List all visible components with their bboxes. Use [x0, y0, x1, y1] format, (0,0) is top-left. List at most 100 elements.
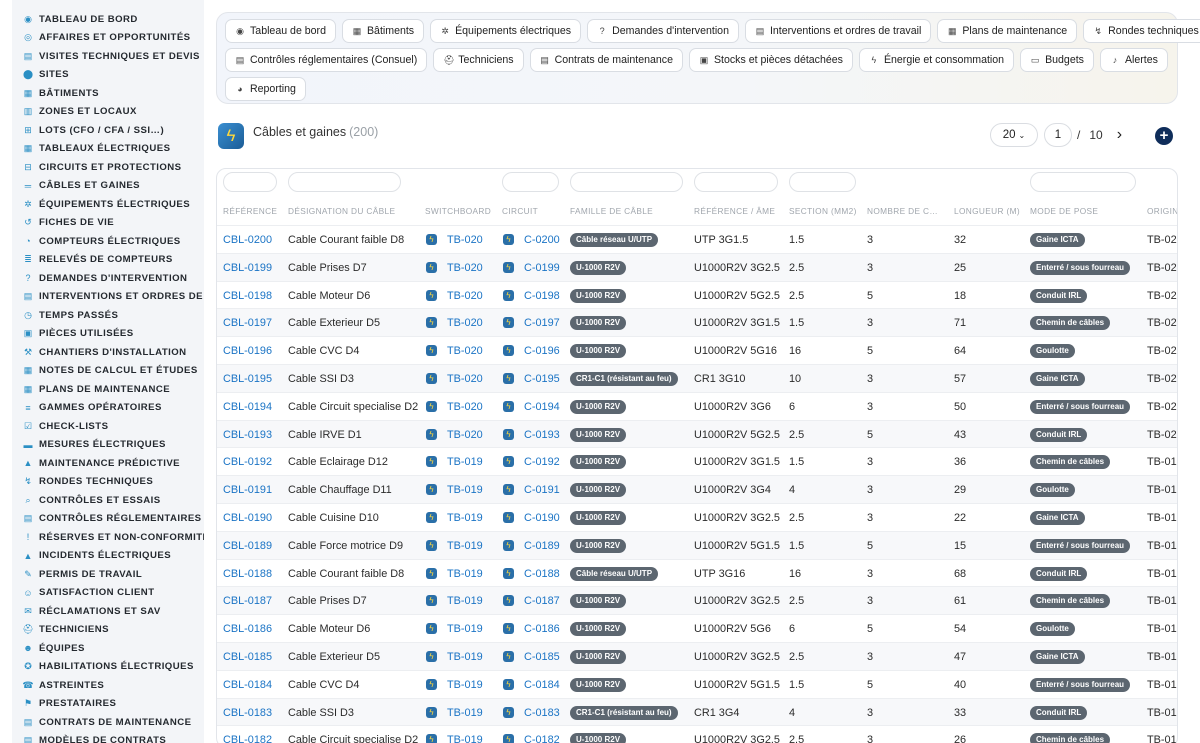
sidebar-item[interactable]: ⚒ CHANTIERS D'INSTALLATION: [12, 343, 204, 362]
module-tab[interactable]: ▤ Contrats de maintenance: [529, 48, 683, 72]
sidebar-item[interactable]: ◉ TABLEAU DE BORD: [12, 10, 204, 29]
cable-reference-link[interactable]: CBL-0185: [223, 651, 272, 663]
sidebar-item[interactable]: ? DEMANDES D'INTERVENTION: [12, 269, 204, 288]
circuit-link[interactable]: C-0182: [524, 734, 560, 743]
switchboard-link[interactable]: TB-019: [447, 512, 483, 524]
column-header[interactable]: Switchboard: [425, 206, 491, 216]
sidebar-item[interactable]: ✎ PERMIS DE TRAVAIL: [12, 565, 204, 584]
table-row[interactable]: CBL-0193 Cable IRVE D1 ϟ TB-020 ϟ C-0193 U-100…: [217, 419, 1177, 448]
module-tab[interactable]: ▦ Bâtiments: [341, 19, 425, 43]
module-tab[interactable]: ◉ Tableau de bord: [225, 19, 336, 43]
circuit-link[interactable]: C-0190: [524, 512, 560, 524]
add-record-button[interactable]: +: [1155, 127, 1173, 145]
module-tab[interactable]: ⛑ Techniciens: [433, 48, 524, 72]
sidebar-item[interactable]: ▤ VISITES TECHNIQUES ET DEVIS: [12, 47, 204, 66]
column-header[interactable]: Référence: [223, 206, 277, 216]
filter-designation-input[interactable]: [288, 172, 401, 192]
sidebar-item[interactable]: ✲ ÉQUIPEMENTS ÉLECTRIQUES: [12, 195, 204, 214]
column-header[interactable]: Section (mm2): [789, 206, 857, 216]
switchboard-link[interactable]: TB-020: [447, 401, 483, 413]
sidebar-item[interactable]: ◎ AFFAIRES ET OPPORTUNITÉS: [12, 29, 204, 48]
cable-reference-link[interactable]: CBL-0193: [223, 429, 272, 441]
module-tab[interactable]: ↯ Rondes techniques: [1083, 19, 1200, 43]
circuit-link[interactable]: C-0195: [524, 373, 560, 385]
cable-reference-link[interactable]: CBL-0190: [223, 512, 272, 524]
cable-reference-link[interactable]: CBL-0183: [223, 707, 272, 719]
table-row[interactable]: CBL-0186 Cable Moteur D6 ϟ TB-019 ϟ C-0186 U-1…: [217, 614, 1177, 642]
sidebar-item[interactable]: ⊟ CIRCUITS ET PROTECTIONS: [12, 158, 204, 177]
cable-reference-link[interactable]: CBL-0199: [223, 262, 272, 274]
switchboard-link[interactable]: TB-020: [447, 429, 483, 441]
switchboard-link[interactable]: TB-020: [447, 234, 483, 246]
sidebar-item[interactable]: ! RÉSERVES ET NON-CONFORMITÉS: [12, 528, 204, 547]
sidebar-item[interactable]: ☺ SATISFACTION CLIENT: [12, 584, 204, 603]
circuit-link[interactable]: C-0196: [524, 345, 560, 357]
column-header[interactable]: Circuit: [502, 206, 538, 216]
cable-reference-link[interactable]: CBL-0188: [223, 568, 272, 580]
module-tab[interactable]: ϟ Énergie et consommation: [858, 48, 1015, 72]
circuit-link[interactable]: C-0185: [524, 651, 560, 663]
filter-pose-input[interactable]: [1030, 172, 1136, 192]
column-header[interactable]: Nombre de conducteurs: [867, 206, 941, 216]
circuit-link[interactable]: C-0186: [524, 623, 560, 635]
table-row[interactable]: CBL-0184 Cable CVC D4 ϟ TB-019 ϟ C-0184 U-1000…: [217, 669, 1177, 698]
sidebar-item[interactable]: ▤ MODÈLES DE CONTRATS: [12, 732, 204, 743]
switchboard-link[interactable]: TB-020: [447, 317, 483, 329]
table-row[interactable]: CBL-0187 Cable Prises D7 ϟ TB-019 ϟ C-0187 U-1…: [217, 586, 1177, 615]
sidebar-item[interactable]: ✪ HABILITATIONS ÉLECTRIQUES: [12, 658, 204, 677]
switchboard-link[interactable]: TB-019: [447, 484, 483, 496]
cable-reference-link[interactable]: CBL-0200: [223, 234, 272, 246]
circuit-link[interactable]: C-0189: [524, 540, 560, 552]
filter-reference-input[interactable]: [223, 172, 277, 192]
page-number-input[interactable]: [1044, 123, 1072, 147]
table-row[interactable]: CBL-0199 Cable Prises D7 ϟ TB-020 ϟ C-0199 U-1…: [217, 252, 1177, 281]
switchboard-link[interactable]: TB-020: [447, 262, 483, 274]
sidebar-item[interactable]: ☻ ÉQUIPES: [12, 639, 204, 658]
table-row[interactable]: CBL-0192 Cable Eclairage D12 ϟ TB-019 ϟ C-019…: [217, 447, 1177, 475]
sidebar-item[interactable]: ▥ ZONES ET LOCAUX: [12, 103, 204, 122]
module-tab[interactable]: ♪ Alertes: [1099, 48, 1168, 72]
table-row[interactable]: CBL-0197 Cable Exterieur D5 ϟ TB-020 ϟ C-0197…: [217, 308, 1177, 337]
cable-reference-link[interactable]: CBL-0189: [223, 540, 272, 552]
sidebar-item[interactable]: ▦ PLANS DE MAINTENANCE: [12, 380, 204, 399]
cable-reference-link[interactable]: CBL-0184: [223, 679, 272, 691]
sidebar-item[interactable]: ≡ GAMMES OPÉRATOIRES: [12, 399, 204, 418]
cable-reference-link[interactable]: CBL-0195: [223, 373, 272, 385]
cable-reference-link[interactable]: CBL-0182: [223, 734, 272, 743]
sidebar-item[interactable]: ↯ RONDES TECHNIQUES: [12, 473, 204, 492]
circuit-link[interactable]: C-0198: [524, 290, 560, 302]
module-tab[interactable]: ▭ Budgets: [1020, 48, 1094, 72]
cable-reference-link[interactable]: CBL-0186: [223, 623, 272, 635]
sidebar-item[interactable]: ☑ CHECK-LISTS: [12, 417, 204, 436]
table-row[interactable]: CBL-0183 Cable SSI D3 ϟ TB-019 ϟ C-0183 CR1-C1…: [217, 697, 1177, 726]
switchboard-link[interactable]: TB-019: [447, 540, 483, 552]
sidebar-item[interactable]: ▬ MESURES ÉLECTRIQUES: [12, 436, 204, 455]
circuit-link[interactable]: C-0184: [524, 679, 560, 691]
column-header[interactable]: Origine: [1147, 206, 1177, 216]
switchboard-link[interactable]: TB-019: [447, 707, 483, 719]
sidebar-item[interactable]: ⚑ PRESTATAIRES: [12, 695, 204, 714]
cable-reference-link[interactable]: CBL-0194: [223, 401, 272, 413]
filter-circuit-input[interactable]: [502, 172, 559, 192]
sidebar-item[interactable]: ↺ FICHES DE VIE: [12, 214, 204, 233]
sidebar-item[interactable]: ⌕ CONTRÔLES ET ESSAIS: [12, 491, 204, 510]
circuit-link[interactable]: C-0192: [524, 456, 560, 468]
table-row[interactable]: CBL-0182 Cable Circuit specialise D2 ϟ TB-0…: [217, 725, 1177, 743]
module-tab[interactable]: ? Demandes d'intervention: [587, 19, 739, 43]
sidebar-item[interactable]: ▲ INCIDENTS ÉLECTRIQUES: [12, 547, 204, 566]
table-row[interactable]: CBL-0194 Cable Circuit specialise D2 ϟ TB-0…: [217, 391, 1177, 420]
sidebar-item[interactable]: ═ CÂBLES ET GAINES: [12, 177, 204, 196]
module-tab[interactable]: ▦ Plans de maintenance: [937, 19, 1078, 43]
sidebar-item[interactable]: ✉ RÉCLAMATIONS ET SAV: [12, 602, 204, 621]
table-row[interactable]: CBL-0195 Cable SSI D3 ϟ TB-020 ϟ C-0195 CR1-C1…: [217, 364, 1177, 392]
circuit-link[interactable]: C-0187: [524, 595, 560, 607]
column-header[interactable]: Mode de pose: [1030, 206, 1098, 216]
circuit-link[interactable]: C-0200: [524, 234, 560, 246]
cable-reference-link[interactable]: CBL-0197: [223, 317, 272, 329]
switchboard-link[interactable]: TB-019: [447, 568, 483, 580]
filter-ref-ame-input[interactable]: [694, 172, 778, 192]
chevron-right-icon[interactable]: ›: [1117, 126, 1122, 144]
circuit-link[interactable]: C-0191: [524, 484, 560, 496]
table-row[interactable]: CBL-0196 Cable CVC D4 ϟ TB-020 ϟ C-0196 U-1000…: [217, 336, 1177, 364]
circuit-link[interactable]: C-0199: [524, 262, 560, 274]
